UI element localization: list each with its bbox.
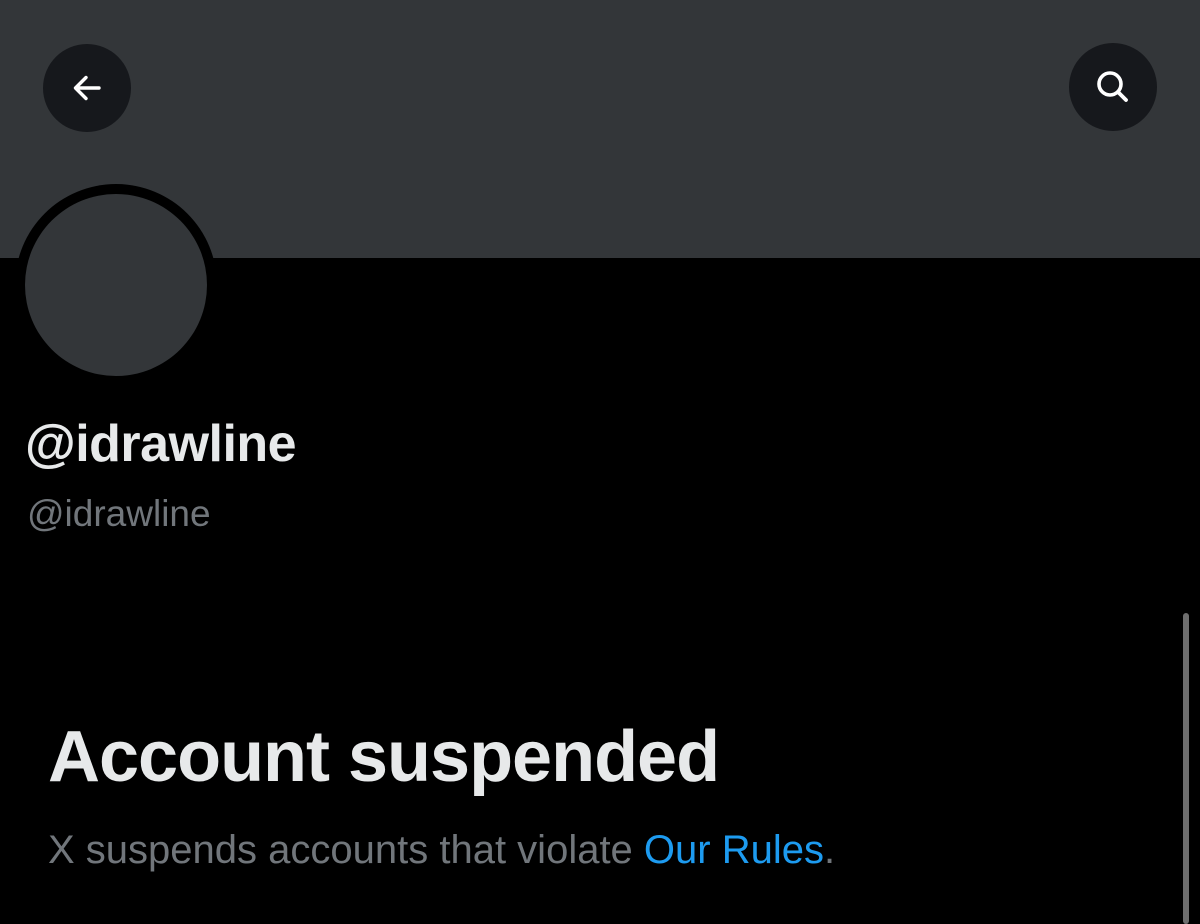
back-button[interactable] (43, 44, 131, 132)
arrow-left-icon (73, 75, 101, 101)
scrollbar[interactable] (1183, 613, 1189, 924)
suspension-message-period: . (823, 828, 836, 872)
suspension-message: X suspends accounts that violate Our Rul… (48, 828, 835, 873)
avatar[interactable] (25, 194, 207, 376)
profile-display-name: @idrawline (25, 415, 297, 473)
search-icon (1097, 71, 1128, 102)
suspension-message-text: X suspends accounts that violate (48, 828, 644, 872)
suspension-title: Account suspended (48, 717, 720, 797)
profile-handle: @idrawline (27, 493, 211, 534)
search-button[interactable] (1069, 43, 1157, 131)
our-rules-link[interactable]: Our Rules (644, 828, 824, 872)
